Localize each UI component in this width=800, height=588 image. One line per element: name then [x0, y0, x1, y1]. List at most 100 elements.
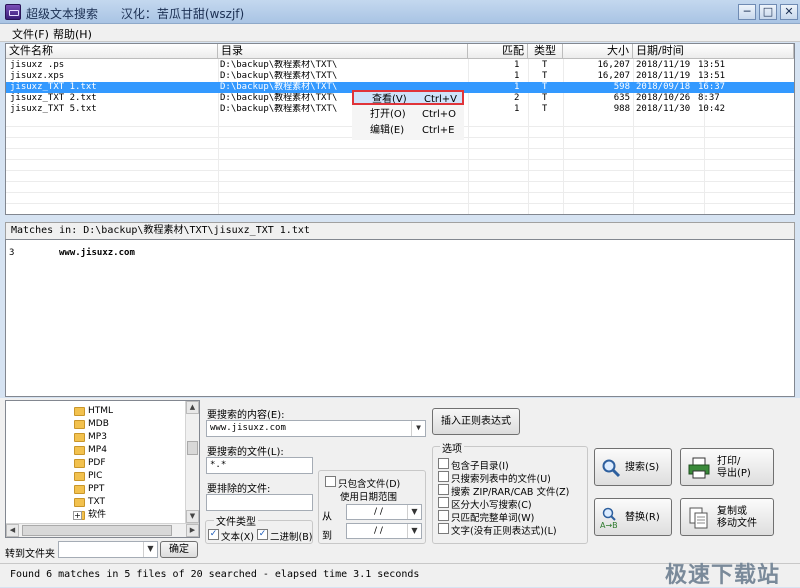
scroll-thumb[interactable]	[22, 525, 172, 536]
daterange-label: 使用日期范围	[340, 492, 398, 503]
title-bar: 超级文本搜索 汉化：苦瓜甘甜(wszjf) ─ □ ✕	[0, 0, 800, 24]
tree-vertical-scrollbar[interactable]: ▲ ▼	[185, 401, 199, 523]
tree-item-software[interactable]: 软件	[74, 509, 106, 522]
tree-item-mp3[interactable]: MP3	[74, 431, 107, 444]
column-directory[interactable]: 目录	[218, 44, 468, 59]
to-label: 到	[322, 531, 332, 542]
copy-move-button[interactable]: 复制或 移动文件	[680, 498, 774, 536]
goto-folder-combo[interactable]: ▼	[58, 541, 158, 558]
context-menu-open[interactable]: 打开(O) Ctrl+O	[352, 107, 464, 122]
column-size[interactable]: 大小	[563, 44, 633, 59]
text-checkbox-label: 文本(X)	[221, 532, 254, 543]
scroll-left-icon[interactable]: ◀	[6, 524, 19, 537]
folder-icon	[74, 459, 85, 468]
option-archives-checkbox[interactable]	[438, 484, 449, 495]
folder-icon	[74, 446, 85, 455]
binary-checkbox[interactable]: ✓	[257, 529, 268, 540]
file-list-header: 文件名称 目录 匹配 类型 大小 日期/时间	[6, 44, 794, 59]
folder-icon	[74, 485, 85, 494]
table-row[interactable]: jisuxz .ps D:\backup\教程素材\TXT\ 1 T 16,20…	[6, 60, 794, 71]
exclude-files-input[interactable]	[206, 494, 313, 511]
option-case-label: 区分大小写搜索(C)	[451, 500, 532, 511]
chevron-down-icon[interactable]: ▼	[143, 542, 157, 557]
daterange-checkbox-label: 只包含文件(D)	[338, 479, 401, 490]
printer-icon	[688, 457, 710, 479]
tree-item-mdb[interactable]: MDB	[74, 418, 109, 431]
chevron-down-icon[interactable]: ▼	[411, 421, 425, 436]
date-to-picker[interactable]: / / ▼	[346, 523, 422, 539]
matches-header: Matches in: D:\backup\教程素材\TXT\jisuxz_TX…	[5, 222, 795, 239]
goto-ok-button[interactable]: 确定	[160, 541, 198, 558]
match-line-number: 3	[9, 248, 15, 258]
column-datetime[interactable]: 日期/时间	[633, 44, 794, 59]
exclude-label: 要排除的文件:	[207, 484, 271, 495]
svg-text:A→B: A→B	[600, 521, 618, 530]
replace-button[interactable]: A→B 替换(R)	[594, 498, 672, 536]
tree-item-html[interactable]: HTML	[74, 405, 113, 418]
matches-pane[interactable]: 3 www.jisuxz.com	[5, 239, 795, 397]
context-menu-edit[interactable]: 编辑(E) Ctrl+E	[352, 123, 464, 138]
window-title: 超级文本搜索 汉化：苦瓜甘甜(wszjf)	[26, 7, 245, 21]
table-row[interactable]: jisuxz.xps D:\backup\教程素材\TXT\ 1 T 16,20…	[6, 71, 794, 82]
expand-icon[interactable]: +	[73, 511, 82, 520]
filetype-title: 文件类型	[214, 513, 258, 528]
print-export-button[interactable]: 打印/ 导出(P)	[680, 448, 774, 486]
date-from-picker[interactable]: / / ▼	[346, 504, 422, 520]
tree-item-mp4[interactable]: MP4	[74, 444, 107, 457]
folder-icon	[74, 407, 85, 416]
column-type[interactable]: 类型	[528, 44, 563, 59]
options-title: 选项	[440, 440, 464, 455]
search-button[interactable]: 搜索(S)	[594, 448, 672, 486]
option-case-checkbox[interactable]	[438, 497, 449, 508]
tree-item-pdf[interactable]: PDF	[74, 457, 106, 470]
option-archives-label: 搜索 ZIP/RAR/CAB 文件(Z)	[451, 487, 570, 498]
option-whole-word-checkbox[interactable]	[438, 510, 449, 521]
status-text: Found 6 matches in 5 files of 20 searche…	[10, 569, 420, 580]
option-literal-checkbox[interactable]	[438, 523, 449, 534]
close-button[interactable]: ✕	[780, 4, 798, 20]
search-panel: HTML MDB MP3 MP4 PDF PIC PPT TXT 软件 + ▲ …	[0, 398, 800, 563]
search-content-input[interactable]: www.jisuxz.com ▼	[206, 420, 426, 437]
magnifier-icon	[602, 459, 621, 478]
menu-file[interactable]: 文件(F)	[12, 26, 49, 42]
copy-files-icon	[689, 507, 708, 529]
menu-help[interactable]: 帮助(H)	[53, 26, 92, 42]
folder-icon	[74, 472, 85, 481]
folder-icon	[74, 420, 85, 429]
option-list-only-checkbox[interactable]	[438, 471, 449, 482]
maximize-button[interactable]: □	[759, 4, 777, 20]
chevron-down-icon[interactable]: ▼	[407, 524, 421, 538]
chevron-down-icon[interactable]: ▼	[407, 505, 421, 519]
replace-icon: A→B	[600, 507, 618, 530]
watermark-logo: 极速下载站	[664, 563, 780, 588]
column-matches[interactable]: 匹配	[468, 44, 528, 59]
match-line-text: www.jisuxz.com	[59, 248, 135, 258]
folder-icon	[74, 433, 85, 442]
binary-checkbox-label: 二进制(B)	[270, 532, 313, 543]
files-label: 要搜索的文件(L):	[207, 447, 284, 458]
folder-tree[interactable]: HTML MDB MP3 MP4 PDF PIC PPT TXT 软件 + ▲ …	[5, 400, 200, 538]
tree-item-txt[interactable]: TXT	[74, 496, 105, 509]
option-whole-word-label: 只匹配完整单词(W)	[451, 513, 535, 524]
scroll-right-icon[interactable]: ▶	[186, 524, 199, 537]
scroll-thumb[interactable]	[187, 441, 198, 455]
option-subdirs-checkbox[interactable]	[438, 458, 449, 469]
context-menu-view[interactable]: 查看(V) Ctrl+V	[352, 90, 464, 105]
text-checkbox[interactable]: ✓	[208, 529, 219, 540]
folder-icon	[74, 498, 85, 507]
insert-regex-button[interactable]: 插入正则表达式	[432, 408, 520, 435]
option-subdirs-label: 包含子目录(I)	[451, 461, 509, 472]
minimize-button[interactable]: ─	[738, 4, 756, 20]
option-literal-label: 文字(没有正则表达式)(L)	[451, 526, 557, 537]
column-filename[interactable]: 文件名称	[6, 44, 218, 59]
daterange-checkbox[interactable]	[325, 476, 336, 487]
content-label: 要搜索的内容(E):	[207, 410, 285, 421]
tree-item-pic[interactable]: PIC	[74, 470, 102, 483]
scroll-up-icon[interactable]: ▲	[186, 401, 199, 414]
tree-item-ppt[interactable]: PPT	[74, 483, 104, 496]
tree-horizontal-scrollbar[interactable]: ◀ ▶	[6, 523, 199, 537]
scroll-down-icon[interactable]: ▼	[186, 510, 199, 523]
search-files-input[interactable]: *.*	[206, 457, 313, 474]
from-label: 从	[322, 512, 332, 523]
app-icon	[5, 4, 21, 20]
